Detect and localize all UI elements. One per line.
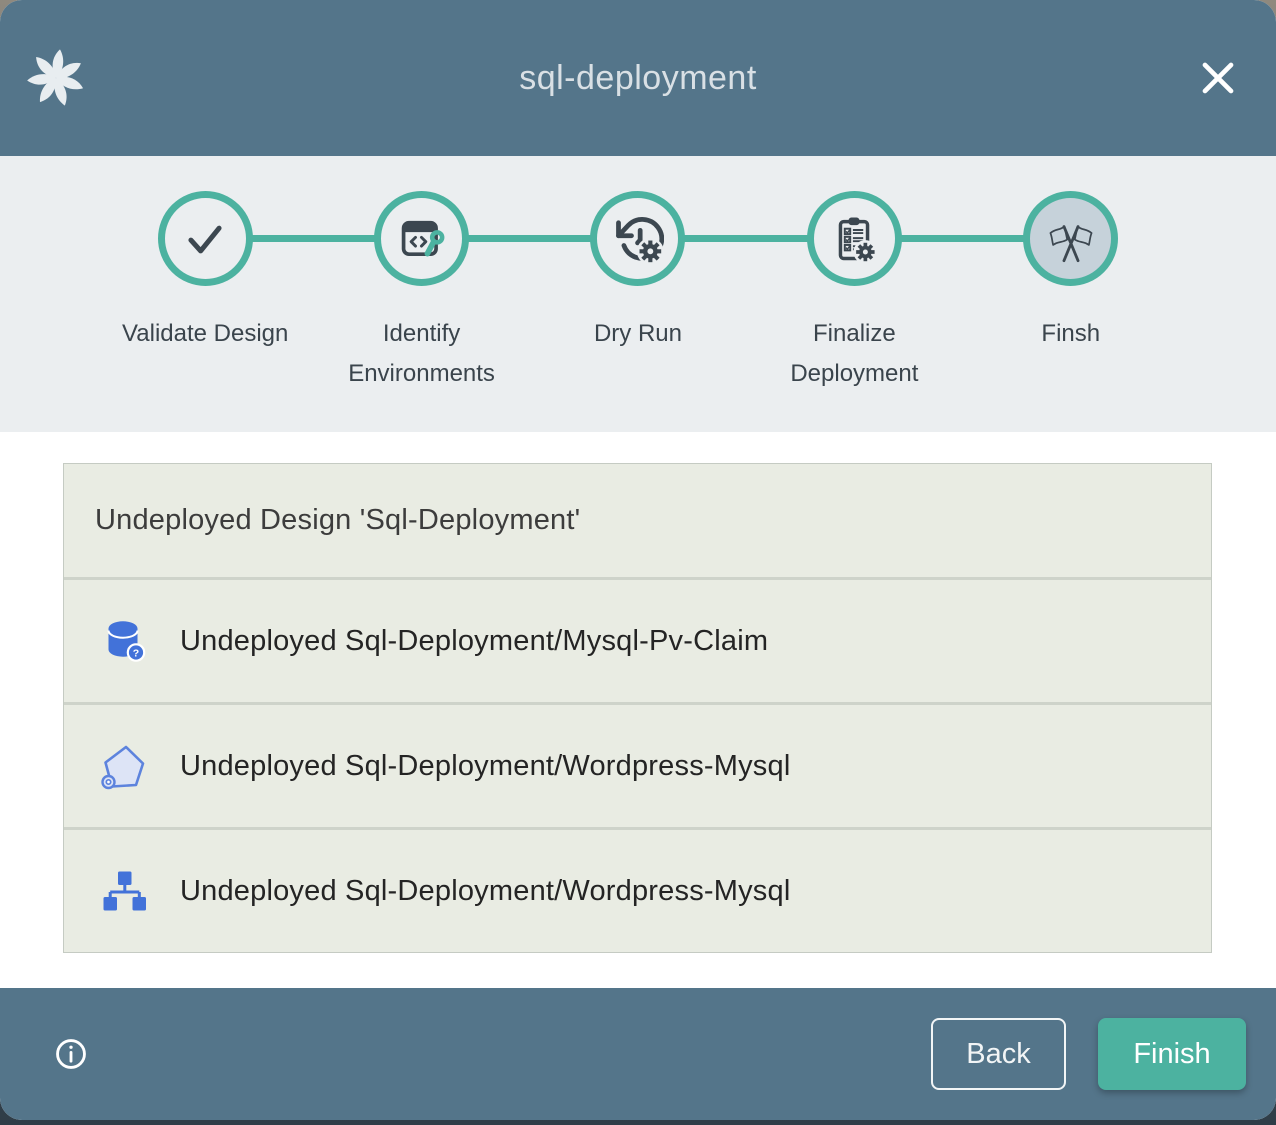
history-gear-icon xyxy=(612,213,664,265)
undeployed-item-text: Undeployed Sql-Deployment/Mysql-Pv-Claim xyxy=(180,625,768,658)
dialog-content: Undeployed Design 'Sql-Deployment' ? Und… xyxy=(0,432,1276,988)
stepper-step: Validate Design xyxy=(97,156,313,432)
database-icon-slot: ? xyxy=(99,617,147,665)
stepper-steps: Validate Design Identify Environments Dr xyxy=(97,156,1179,432)
finish-button[interactable]: Finish xyxy=(1098,1018,1246,1090)
wizard-stepper: Validate Design Identify Environments Dr xyxy=(0,156,1276,432)
database-icon: ? xyxy=(99,617,147,665)
close-button[interactable] xyxy=(1192,52,1244,104)
dialog-header: sql-deployment xyxy=(0,0,1276,156)
undeployed-item-text: Undeployed Sql-Deployment/Wordpress-Mysq… xyxy=(180,750,790,783)
panel-header-row: Undeployed Design 'Sql-Deployment' xyxy=(64,464,1211,577)
step-label: Finsh xyxy=(1041,314,1100,354)
pinwheel-logo-icon xyxy=(24,46,88,110)
step-label: Identify Environments xyxy=(315,314,529,394)
check-icon xyxy=(179,213,231,265)
step-circle xyxy=(158,191,253,286)
clipboard-gear-icon xyxy=(828,213,880,265)
sql-deployment-dialog: sql-deployment Validate Design Identify … xyxy=(0,0,1276,1120)
stepper-step: Identify Environments xyxy=(313,156,529,432)
code-window-wrench-icon xyxy=(396,213,448,265)
step-circle xyxy=(590,191,685,286)
stepper-step: Finsh xyxy=(963,156,1179,432)
stepper-step: Finalize Deployment xyxy=(746,156,962,432)
svg-text:?: ? xyxy=(133,647,139,659)
checkered-flags-icon-slot xyxy=(1045,213,1097,265)
step-label: Validate Design xyxy=(122,314,288,354)
undeployed-item-row: ? Undeployed Sql-Deployment/Mysql-Pv-Cla… xyxy=(64,577,1211,702)
panel-header-text: Undeployed Design 'Sql-Deployment' xyxy=(95,504,580,537)
back-button[interactable]: Back xyxy=(931,1018,1066,1090)
undeployed-item-row: Undeployed Sql-Deployment/Wordpress-Mysq… xyxy=(64,702,1211,827)
code-window-wrench-icon-slot xyxy=(396,213,448,265)
pentagon-icon xyxy=(99,742,147,790)
close-icon xyxy=(1192,52,1244,104)
pentagon-icon-slot xyxy=(99,742,147,790)
sitemap-icon xyxy=(99,867,147,915)
deployment-status-panel: Undeployed Design 'Sql-Deployment' ? Und… xyxy=(63,463,1212,953)
sitemap-icon-slot xyxy=(99,867,147,915)
step-circle xyxy=(807,191,902,286)
step-circle xyxy=(374,191,469,286)
step-label: Dry Run xyxy=(594,314,682,354)
clipboard-gear-icon-slot xyxy=(828,213,880,265)
step-circle xyxy=(1023,191,1118,286)
stepper-step: Dry Run xyxy=(530,156,746,432)
check-icon-slot xyxy=(179,213,231,265)
info-icon xyxy=(52,1035,90,1073)
undeployed-item-row: Undeployed Sql-Deployment/Wordpress-Mysq… xyxy=(64,827,1211,952)
info-button[interactable] xyxy=(52,1035,90,1073)
dialog-footer: Back Finish xyxy=(0,988,1276,1120)
checkered-flags-icon xyxy=(1045,213,1097,265)
step-label: Finalize Deployment xyxy=(747,314,961,394)
history-gear-icon-slot xyxy=(612,213,664,265)
undeployed-item-text: Undeployed Sql-Deployment/Wordpress-Mysq… xyxy=(180,875,790,908)
dialog-title: sql-deployment xyxy=(519,59,757,98)
panel-items: ? Undeployed Sql-Deployment/Mysql-Pv-Cla… xyxy=(64,577,1211,952)
